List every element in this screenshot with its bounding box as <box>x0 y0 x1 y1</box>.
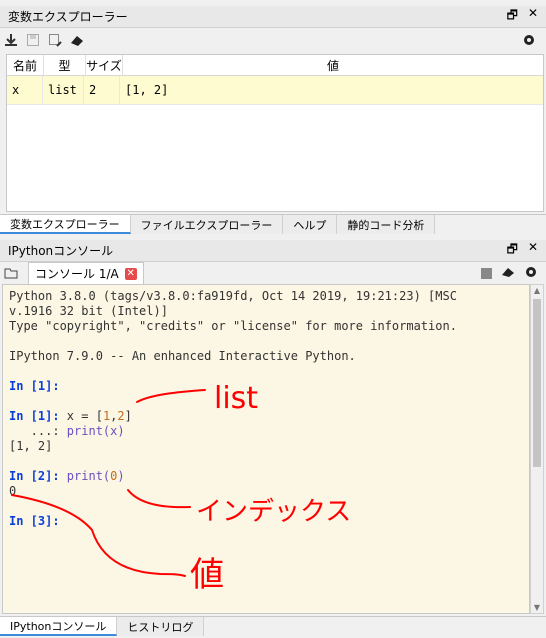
console-header-line: Type "copyright", "credits" or "license"… <box>9 319 457 333</box>
input-prompt: In [1]: <box>9 379 60 393</box>
cell-size: 2 <box>84 76 120 104</box>
column-header-value[interactable]: 値 <box>123 55 543 75</box>
cell-name: x <box>7 76 43 104</box>
stop-icon[interactable] <box>481 267 492 279</box>
upper-pane-tabs: 変数エクスプローラー ファイルエクスプローラー ヘルプ 静的コード分析 <box>0 214 546 234</box>
console-tab-bar: コンソール 1/A ✕ <box>0 262 546 284</box>
column-header-name[interactable]: 名前 <box>7 55 44 75</box>
console-output[interactable]: Python 3.8.0 (tags/v3.8.0:fa919fd, Oct 1… <box>2 284 530 614</box>
column-header-size[interactable]: サイズ <box>86 55 123 75</box>
code-line: print(0) <box>59 469 125 483</box>
tab-variable-explorer[interactable]: 変数エクスプローラー <box>0 215 131 234</box>
cell-value: [1, 2] <box>125 83 169 97</box>
options-gear-icon[interactable] <box>518 30 546 50</box>
close-tab-icon[interactable]: ✕ <box>124 267 137 280</box>
close-pane-icon[interactable]: ✕ <box>528 240 538 261</box>
output-line: [1, 2] <box>9 439 53 453</box>
continuation-prompt: ...: <box>9 424 60 438</box>
options-gear-icon[interactable] <box>524 265 538 282</box>
save-as-icon[interactable] <box>44 30 66 50</box>
import-data-icon[interactable] <box>0 30 22 50</box>
console-titlebar: IPythonコンソール 🗗 ✕ <box>0 240 546 262</box>
console-header-line: IPython 7.9.0 -- An enhanced Interactive… <box>9 349 356 363</box>
tab-static-analysis[interactable]: 静的コード分析 <box>337 215 436 234</box>
tab-history-log[interactable]: ヒストリログ <box>117 617 205 636</box>
eraser-icon[interactable] <box>66 30 88 50</box>
save-data-icon[interactable] <box>22 30 44 50</box>
close-pane-icon[interactable]: ✕ <box>528 6 538 27</box>
console-header-line: Python 3.8.0 (tags/v3.8.0:fa919fd, Oct 1… <box>9 289 457 303</box>
cell-type: list <box>43 76 84 104</box>
tab-ipython-console[interactable]: IPythonコンソール <box>0 617 118 636</box>
input-prompt: In [2]: <box>9 469 60 483</box>
eraser-icon[interactable] <box>500 266 516 281</box>
variable-table-header: 名前 型 サイズ 値 <box>7 55 543 76</box>
variable-explorer-titlebar: 変数エクスプローラー 🗗 ✕ <box>0 6 546 28</box>
column-header-type[interactable]: 型 <box>44 55 86 75</box>
console-scrollbar[interactable]: ▲ ▼ <box>530 284 544 614</box>
tab-help[interactable]: ヘルプ <box>283 215 338 234</box>
input-prompt: In [1]: <box>9 409 60 423</box>
undock-icon[interactable]: 🗗 <box>507 6 518 27</box>
variable-table: 名前 型 サイズ 値 x list 2 [1, 2] <box>6 54 544 212</box>
console-tab-label: コンソール 1/A <box>35 267 119 281</box>
scroll-thumb[interactable] <box>533 299 541 467</box>
console-pane-title: IPythonコンソール <box>8 244 114 258</box>
console-header-line: v.1916 32 bit (Intel)] <box>9 304 168 318</box>
undock-icon[interactable]: 🗗 <box>507 240 518 261</box>
code-line: x = [1,2] <box>59 409 132 423</box>
variable-explorer-title: 変数エクスプローラー <box>8 10 128 24</box>
variable-explorer-toolbar <box>0 28 546 52</box>
scroll-up-icon[interactable]: ▲ <box>533 286 541 295</box>
lower-pane-tabs: IPythonコンソール ヒストリログ <box>0 616 546 636</box>
tab-file-explorer[interactable]: ファイルエクスプローラー <box>130 215 284 234</box>
input-prompt: In [3]: <box>9 514 60 528</box>
console-tab[interactable]: コンソール 1/A ✕ <box>28 262 144 284</box>
scroll-down-icon[interactable]: ▼ <box>533 603 541 612</box>
browse-tabs-icon[interactable] <box>0 263 22 283</box>
code-line: print(x) <box>59 424 125 438</box>
output-line: 0 <box>9 484 17 498</box>
table-row[interactable]: x list 2 [1, 2] <box>7 76 543 105</box>
